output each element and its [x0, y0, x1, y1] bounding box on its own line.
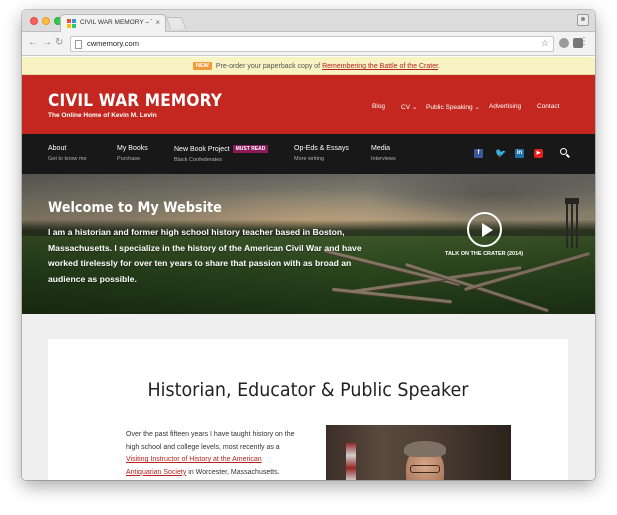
back-arrow-icon[interactable]: ←	[28, 37, 38, 49]
menu-subtitle: Interviews	[371, 156, 396, 162]
nav-contact[interactable]: Contact	[537, 103, 559, 110]
section-title: Historian, Educator & Public Speaker	[147, 379, 469, 401]
menu-item-media[interactable]: Media Interviews	[371, 145, 396, 162]
star-icon[interactable]: ☆	[541, 38, 549, 49]
chevron-down-icon: ⌄	[411, 104, 418, 111]
menu-label: Op-Eds & Essays	[294, 145, 349, 152]
minimize-window-button[interactable]	[42, 17, 50, 25]
content-section: Historian, Educator & Public Speaker Ove…	[48, 339, 568, 480]
profile-icon[interactable]	[577, 14, 589, 26]
text-after: in Worcester, Massachusetts.	[186, 468, 280, 476]
browser-toolbar: ← → ↻ cwmemory.com ☆ ⋮	[22, 32, 595, 56]
menu-subtitle: Get to know me	[48, 156, 87, 162]
nav-public-speaking-label: Public Speaking	[426, 104, 473, 111]
promo-suffix: .	[438, 63, 440, 70]
site-tagline: The Online Home of Kevin M. Levin	[48, 112, 157, 119]
address-url[interactable]: cwmemory.com	[87, 39, 139, 48]
tab-strip: CIVIL WAR MEMORY – The Online ×	[22, 10, 595, 32]
portrait-photo	[326, 425, 511, 480]
close-window-button[interactable]	[30, 17, 38, 25]
play-video-button[interactable]	[467, 212, 502, 247]
search-icon[interactable]	[560, 148, 567, 155]
menu-label: My Books	[117, 145, 148, 152]
hero-banner: Welcome to My Website I am a historian a…	[22, 174, 595, 314]
menu-item-my-books[interactable]: My Books Purchase	[117, 145, 148, 162]
hero-text: I am a historian and former high school …	[48, 227, 362, 284]
twitter-icon[interactable]: 🐦	[495, 149, 506, 158]
extension-icon[interactable]	[559, 38, 569, 48]
menu-label: New Book Project MUST READ	[174, 145, 269, 153]
website: NEW Pre-order your paperback copy of Reme…	[22, 57, 595, 480]
must-read-badge: MUST READ	[232, 145, 269, 153]
site-title[interactable]: CIVIL WAR MEMORY	[48, 91, 222, 110]
tab-close-icon[interactable]: ×	[155, 18, 160, 28]
nav-public-speaking[interactable]: Public Speaking ⌄	[426, 103, 480, 111]
page-icon	[75, 40, 82, 49]
nav-cv[interactable]: CV ⌄	[401, 103, 417, 111]
menu-dots-icon[interactable]: ⋮	[579, 36, 589, 48]
new-tab-button[interactable]	[165, 17, 187, 29]
forward-arrow-icon[interactable]: →	[42, 37, 52, 49]
favicon-icon	[67, 19, 76, 28]
new-badge: NEW	[193, 62, 212, 70]
main-menu: About Get to know me My Books Purchase N…	[22, 134, 595, 174]
video-caption[interactable]: TALK ON THE CRATER (2014)	[445, 251, 523, 257]
linkedin-icon[interactable]: in	[515, 149, 524, 158]
nav-cv-label: CV	[401, 104, 411, 111]
menu-label: Media	[371, 145, 391, 152]
hero-title: Welcome to My Website	[48, 200, 222, 216]
promo-link[interactable]: Remembering the Battle of the Crater	[322, 63, 438, 70]
menu-label: About	[48, 145, 67, 152]
youtube-icon[interactable]: ▶	[534, 149, 543, 158]
text-before: Over the past fifteen years I have taugh…	[126, 431, 295, 451]
menu-label-text: New Book Project	[174, 146, 230, 153]
facebook-icon[interactable]: f	[474, 149, 483, 158]
nav-blog[interactable]: Blog	[372, 103, 385, 110]
promo-bar: NEW Pre-order your paperback copy of Reme…	[22, 57, 595, 75]
chevron-down-icon: ⌄	[474, 104, 480, 111]
address-bar[interactable]: cwmemory.com ☆	[70, 36, 554, 52]
menu-subtitle: More writing	[294, 156, 324, 162]
promo-text: Pre-order your paperback copy of	[215, 63, 323, 70]
section-text: Over the past fifteen years I have taugh…	[126, 429, 296, 479]
menu-subtitle: Black Confederates	[174, 157, 222, 163]
menu-item-op-eds[interactable]: Op-Eds & Essays More writing	[294, 145, 349, 162]
tab-title: CIVIL WAR MEMORY – The Online	[80, 19, 152, 26]
browser-window: CIVIL WAR MEMORY – The Online × ← → ↻ cw…	[22, 10, 595, 480]
site-header: CIVIL WAR MEMORY The Online Home of Kevi…	[22, 75, 595, 134]
menu-subtitle: Purchase	[117, 156, 141, 162]
nav-advertising[interactable]: Advertising	[489, 103, 521, 110]
browser-tab[interactable]: CIVIL WAR MEMORY – The Online ×	[60, 14, 166, 32]
menu-item-new-book-project[interactable]: New Book Project MUST READ Black Confeder…	[174, 145, 269, 163]
reload-icon[interactable]: ↻	[55, 37, 63, 49]
menu-item-about[interactable]: About Get to know me	[48, 145, 87, 162]
